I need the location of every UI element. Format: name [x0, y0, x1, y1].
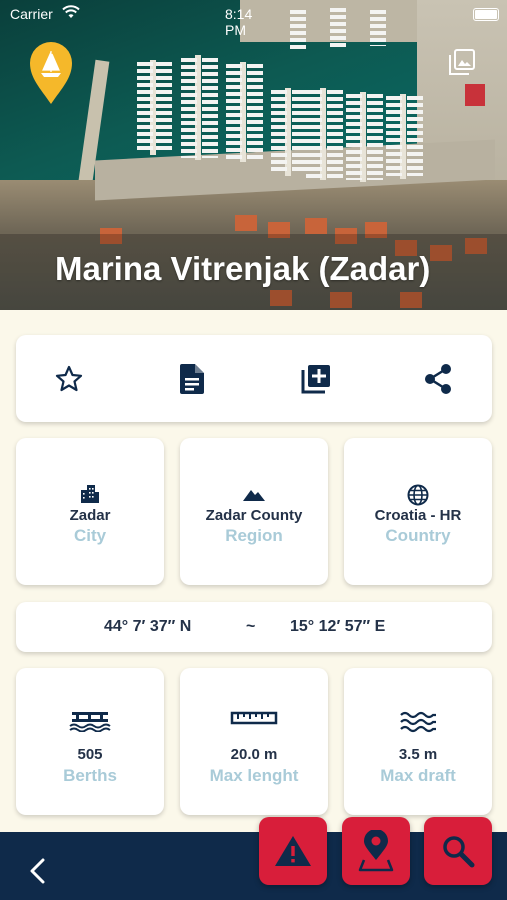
- globe-icon: [407, 484, 429, 506]
- favorite-button[interactable]: [51, 361, 87, 397]
- actions-card: [16, 335, 492, 422]
- mountain-icon: [243, 490, 265, 501]
- add-to-collection-icon: [301, 365, 330, 394]
- wifi-icon: [62, 5, 80, 18]
- max-draft-label: Max draft: [380, 766, 456, 785]
- search-button[interactable]: [424, 817, 492, 885]
- max-length-label: Max lenght: [209, 766, 299, 785]
- max-draft-tile: 3.5 m Max draft: [344, 668, 492, 815]
- photo-gallery-icon[interactable]: [448, 48, 476, 76]
- berths-icon: [69, 712, 111, 732]
- coordinates-card: 44° 7′ 37″ N ~ 15° 12′ 57″ E: [16, 602, 492, 652]
- report-hazard-button[interactable]: [259, 817, 327, 885]
- star-outline-icon: [55, 365, 83, 392]
- ruler-icon: [230, 711, 278, 725]
- marina-title: Marina Vitrenjak (Zadar): [55, 250, 431, 287]
- longitude: 15° 12′ 57″ E: [290, 618, 386, 635]
- max-draft-value: 3.5 m: [398, 746, 438, 763]
- battery-icon: [473, 8, 499, 21]
- coordinates-separator: ~: [246, 618, 256, 635]
- marina-pin-icon: [30, 42, 72, 104]
- status-bar: Carrier 8:14 PM: [10, 5, 252, 38]
- waves-icon: [400, 711, 436, 733]
- city-value: Zadar: [69, 507, 111, 524]
- search-icon: [443, 836, 475, 868]
- back-chevron-icon[interactable]: [28, 858, 48, 884]
- region-label: Region: [225, 526, 283, 545]
- map-pin-icon: [358, 830, 394, 872]
- map-location-button[interactable]: [342, 817, 410, 885]
- city-tile: Zadar City: [16, 438, 164, 585]
- country-value: Croatia - HR: [374, 507, 462, 524]
- add-to-list-button[interactable]: [298, 361, 334, 397]
- region-value: Zadar County: [205, 507, 303, 524]
- carrier-label: Carrier: [10, 6, 53, 22]
- country-label: Country: [385, 526, 451, 545]
- max-length-value: 20.0 m: [230, 746, 278, 763]
- clock: 8:14 PM: [225, 6, 253, 38]
- max-length-tile: 20.0 m Max lenght: [180, 668, 328, 815]
- share-icon: [425, 364, 451, 394]
- latitude: 44° 7′ 37″ N: [104, 618, 192, 635]
- warning-icon: [275, 836, 311, 866]
- country-tile: Croatia - HR Country: [344, 438, 492, 585]
- berths-label: Berths: [63, 766, 117, 785]
- notes-button[interactable]: [174, 361, 210, 397]
- city-icon: [81, 485, 99, 503]
- region-tile: Zadar County Region: [180, 438, 328, 585]
- share-button[interactable]: [420, 361, 456, 397]
- city-label: City: [73, 526, 107, 545]
- document-icon: [180, 364, 204, 394]
- berths-value: 505: [77, 746, 103, 763]
- berths-tile: 505 Berths: [16, 668, 164, 815]
